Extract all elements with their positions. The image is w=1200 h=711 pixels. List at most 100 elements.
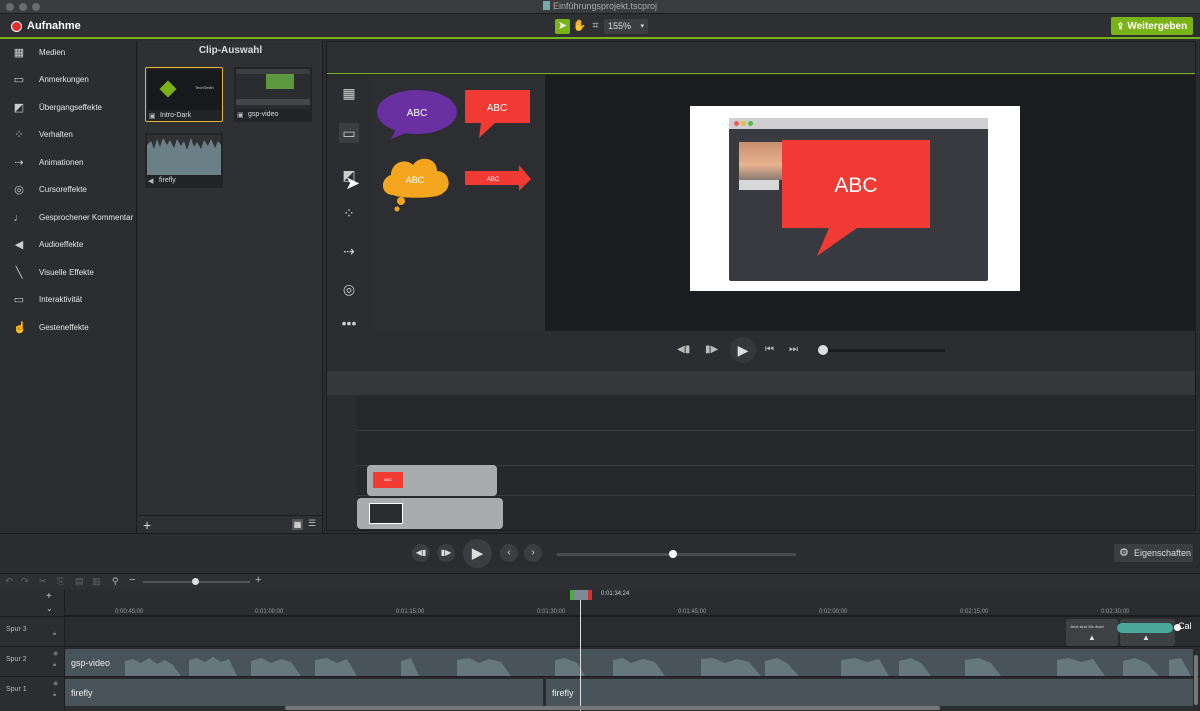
list-view-icon[interactable]: ☰ [308, 518, 316, 529]
clip-firefly[interactable]: ◀ firefly [145, 133, 223, 188]
sidebar-item-voice-narration[interactable]: ♩ Gesprochener Kommentar [0, 209, 137, 229]
clip-thumbnail [236, 69, 310, 109]
eye-icon[interactable]: ◉ [53, 650, 58, 657]
pointer-tool-icon[interactable]: ➤ [555, 19, 570, 34]
more-icon[interactable]: ••• [339, 313, 359, 333]
film-icon: ▦ [13, 47, 25, 59]
firefly-audio-clip[interactable]: firefly [65, 679, 543, 706]
sidebar-item-annotations[interactable]: ▭ Anmerkungen [0, 71, 137, 91]
sidebar-item-label: Animationen [39, 158, 84, 167]
next-marker-button[interactable]: › [524, 544, 542, 562]
film-icon[interactable]: ▦ [339, 83, 359, 103]
sidebar-item-transitions[interactable]: ◩ Übergangseffekte [0, 99, 137, 119]
lock-icon[interactable]: 🔒︎ [53, 631, 56, 638]
skip-back-icon[interactable]: ⏮ [765, 344, 774, 355]
track-header-1[interactable]: Spur 1 ◉ 🔒︎ [0, 676, 65, 706]
crop-tool-icon[interactable]: ⌗ [588, 19, 603, 34]
timeline-ruler[interactable]: 0:00:45;00 0:01:00;00 0:01:15;00 0:01:30… [65, 590, 1200, 616]
gear-icon: ⚙ [1119, 547, 1129, 559]
annotation-gallery: ABC ABC ABC ABC ➤ [345, 75, 545, 331]
previous-marker-button[interactable]: ‹ [500, 544, 518, 562]
sidebar-item-animations[interactable]: ⇢ Animationen [0, 154, 137, 174]
video-frame[interactable]: ABC [690, 106, 1020, 291]
lock-icon[interactable]: 🔒︎ [53, 692, 56, 699]
clip-gsp-video[interactable]: ▣ gsp-video [234, 67, 312, 122]
paste-icon[interactable]: ▤ [75, 576, 84, 587]
play-preview-button[interactable]: ▶ [730, 337, 756, 363]
callout-clip[interactable]: Jetzt sind Sie dran! ▲ [1066, 619, 1118, 646]
grid-view-icon[interactable]: ▦ [292, 519, 303, 530]
clip-thumbnail: TechSmith [148, 70, 222, 110]
camtasia-window: Einführungsprojekt.tscproj Aufnahme ➤ ✋ … [0, 0, 1200, 711]
callout-yellow-cloud[interactable]: ABC [382, 158, 449, 212]
record-button[interactable]: Aufnahme [27, 20, 81, 32]
behavior-icon[interactable]: ⁘ [339, 203, 359, 223]
clip-intro-dark[interactable]: TechSmith ▣ Intro-Dark [145, 67, 223, 122]
timeline-vertical-scrollbar[interactable] [1194, 655, 1198, 705]
playhead-line[interactable] [580, 590, 581, 711]
properties-button[interactable]: ⚙ Eigenschaften [1114, 544, 1193, 562]
ruler-label: 0:02:30;00 [1101, 609, 1130, 615]
zoom-out-icon[interactable]: − [129, 574, 135, 586]
cursor-icon[interactable]: ◎ [339, 279, 359, 299]
callout-icon[interactable]: ▭ [339, 123, 359, 143]
play-button[interactable]: ▶ [463, 539, 492, 568]
preview-video-clip[interactable] [357, 498, 503, 529]
sidebar-item-interactivity[interactable]: ▭ Interaktivität [0, 291, 137, 311]
previous-frame-button[interactable]: ◀▮ [412, 544, 430, 562]
animation-icon[interactable]: ⇢ [339, 241, 359, 261]
sidebar-item-cursor-effects[interactable]: ◎ Cursoreffekte [0, 181, 137, 201]
callout-text: ABC [487, 177, 500, 183]
undo-icon[interactable]: ↶ [5, 576, 13, 587]
sidebar-item-media[interactable]: ▦ Medien [0, 44, 137, 64]
track-row-1[interactable]: firefly firefly [65, 676, 1200, 706]
zoom-dropdown[interactable]: 155% ▾ [604, 19, 648, 34]
callout-red-speech[interactable]: ABC [465, 90, 530, 138]
preview-timeline-header [327, 371, 1195, 395]
record-icon[interactable] [11, 21, 22, 32]
playhead-handle[interactable] [570, 590, 592, 600]
previous-frame-icon[interactable]: ◀▮ [677, 344, 690, 355]
zoom-in-icon[interactable]: + [255, 574, 261, 586]
callout-purple[interactable]: ABC [377, 90, 457, 139]
track-name: Spur 2 [6, 656, 27, 663]
timeline-zoom-handle[interactable] [192, 578, 199, 585]
track-header-3[interactable]: Spur 3 🔒︎ [0, 616, 65, 646]
playback-progress-handle[interactable] [669, 550, 677, 558]
animation-arrow[interactable] [1117, 623, 1173, 633]
firefly-audio-clip[interactable]: firefly [546, 679, 1193, 706]
timeline-horizontal-scrollbar[interactable] [285, 706, 940, 710]
hand-tool-icon[interactable]: ✋ [572, 19, 587, 34]
track-row-2[interactable]: gsp-video [65, 646, 1200, 676]
redo-icon[interactable]: ↷ [21, 576, 29, 587]
cut-icon[interactable]: ✂ [39, 576, 47, 587]
add-track-icon[interactable]: + [46, 591, 52, 602]
track-row-3[interactable]: Jetzt sind Sie dran! ▲ ▲ Cal [65, 616, 1200, 646]
sidebar-item-visual-effects[interactable]: ╲ Visuelle Effekte [0, 264, 137, 284]
preview-progress-handle[interactable] [818, 345, 828, 355]
sidebar-item-label: Visuelle Effekte [39, 268, 94, 277]
preview-callout-clip[interactable]: ABC [367, 465, 497, 496]
gsp-video-clip[interactable]: gsp-video [65, 649, 1193, 676]
copy-icon[interactable]: ⎘ [57, 576, 64, 587]
next-frame-icon[interactable]: ▮▶ [705, 344, 718, 355]
sidebar-item-label: Interaktivität [39, 295, 83, 304]
share-button[interactable]: ⇪ Weitergeben [1111, 17, 1193, 35]
chevron-down-icon[interactable]: ⌄ [46, 604, 53, 613]
preview-progress-track[interactable] [823, 349, 945, 352]
sidebar-item-gesture-effects[interactable]: ☝ Gesteneffekte [0, 319, 137, 339]
callout-red-arrow[interactable]: ABC [465, 165, 531, 191]
track-header-2[interactable]: Spur 2 ◉ 🔒︎ [0, 646, 65, 676]
sidebar-item-behaviors[interactable]: ⁘ Verhalten [0, 126, 137, 146]
sidebar-item-label: Cursoreffekte [39, 185, 87, 194]
next-frame-button[interactable]: ▮▶ [437, 544, 455, 562]
split-icon[interactable]: ▥ [92, 576, 101, 587]
sidebar-item-audio-effects[interactable]: ◀ Audioeffekte [0, 236, 137, 256]
timeline-toolbar: ↶ ↷ ✂ ⎘ ▤ ▥ ⚲ − + [0, 573, 1200, 590]
ruler-label: 0:01:30;00 [537, 609, 566, 615]
add-media-icon[interactable]: + [143, 517, 151, 533]
eye-icon[interactable]: ◉ [53, 680, 58, 687]
lock-icon[interactable]: 🔒︎ [53, 662, 56, 669]
canvas-callout[interactable]: ABC [729, 118, 988, 281]
skip-forward-icon[interactable]: ⏭ [789, 344, 798, 355]
